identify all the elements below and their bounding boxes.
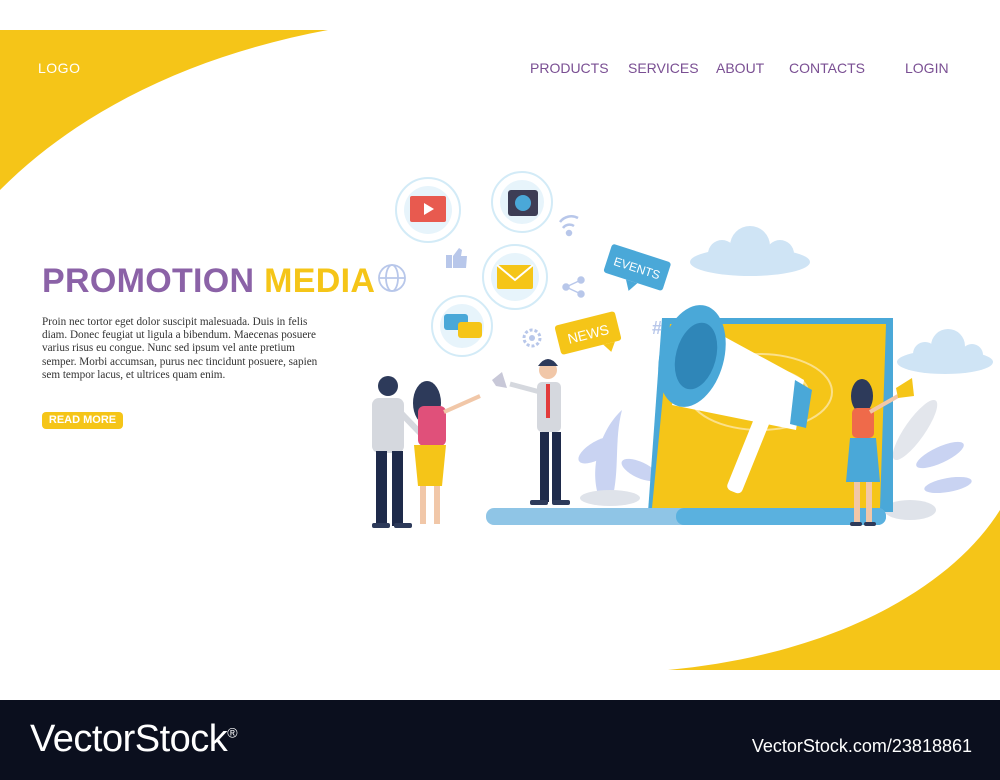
plant-left-icon — [578, 410, 659, 506]
hero-title-word-1: PROMOTION — [42, 262, 255, 300]
hero-title-word-2: MEDIA — [264, 262, 376, 300]
watermark-brand-text: VectorStock — [30, 718, 228, 760]
hero-title: PROMOTION MEDIA — [42, 262, 375, 301]
mail-icon — [482, 244, 548, 310]
news-bubble: NEWS — [554, 311, 622, 355]
hashtag-icon: # — [652, 318, 662, 338]
top-left-yellow-swoosh — [0, 30, 328, 190]
watermark-id: VectorStock.com/23818861 — [751, 736, 972, 756]
man-with-megaphone — [492, 359, 570, 505]
gear-icon — [522, 328, 542, 348]
cloud-icon — [897, 329, 993, 374]
nav-services[interactable]: SERVICES — [628, 60, 699, 76]
camera-icon — [491, 171, 553, 233]
nav-contacts[interactable]: CONTACTS — [789, 60, 865, 76]
wifi-icon — [558, 215, 579, 237]
events-bubble: EVENTS — [603, 244, 671, 291]
share-icon — [562, 276, 585, 298]
watermark-bar: VectorStock® VectorStock.com/23818861 — [0, 700, 1000, 780]
video-icon — [395, 177, 461, 243]
watermark-brand: VectorStock® — [30, 718, 238, 761]
woman-pointing — [413, 381, 481, 524]
nav-about[interactable]: ABOUT — [716, 60, 764, 76]
read-more-button[interactable]: READ MORE — [42, 412, 123, 429]
top-nav: PRODUCTS SERVICES ABOUT CONTACTS LOGIN — [0, 60, 1000, 80]
registered-mark: ® — [227, 724, 238, 741]
thumbs-up-icon — [446, 248, 467, 268]
landing-page: LOGO PRODUCTS SERVICES ABOUT CONTACTS LO… — [0, 0, 1000, 700]
chat-icon — [431, 295, 493, 357]
promotion-illustration: # EVENTS NEWS — [372, 171, 993, 528]
plant-right-icon — [884, 399, 972, 520]
cloud-icon — [690, 226, 810, 276]
nav-products[interactable]: PRODUCTS — [530, 60, 609, 76]
globe-icon — [378, 264, 406, 292]
nav-login[interactable]: LOGIN — [905, 60, 949, 76]
hero-description: Proin nec tortor eget dolor suscipit mal… — [42, 316, 318, 381]
